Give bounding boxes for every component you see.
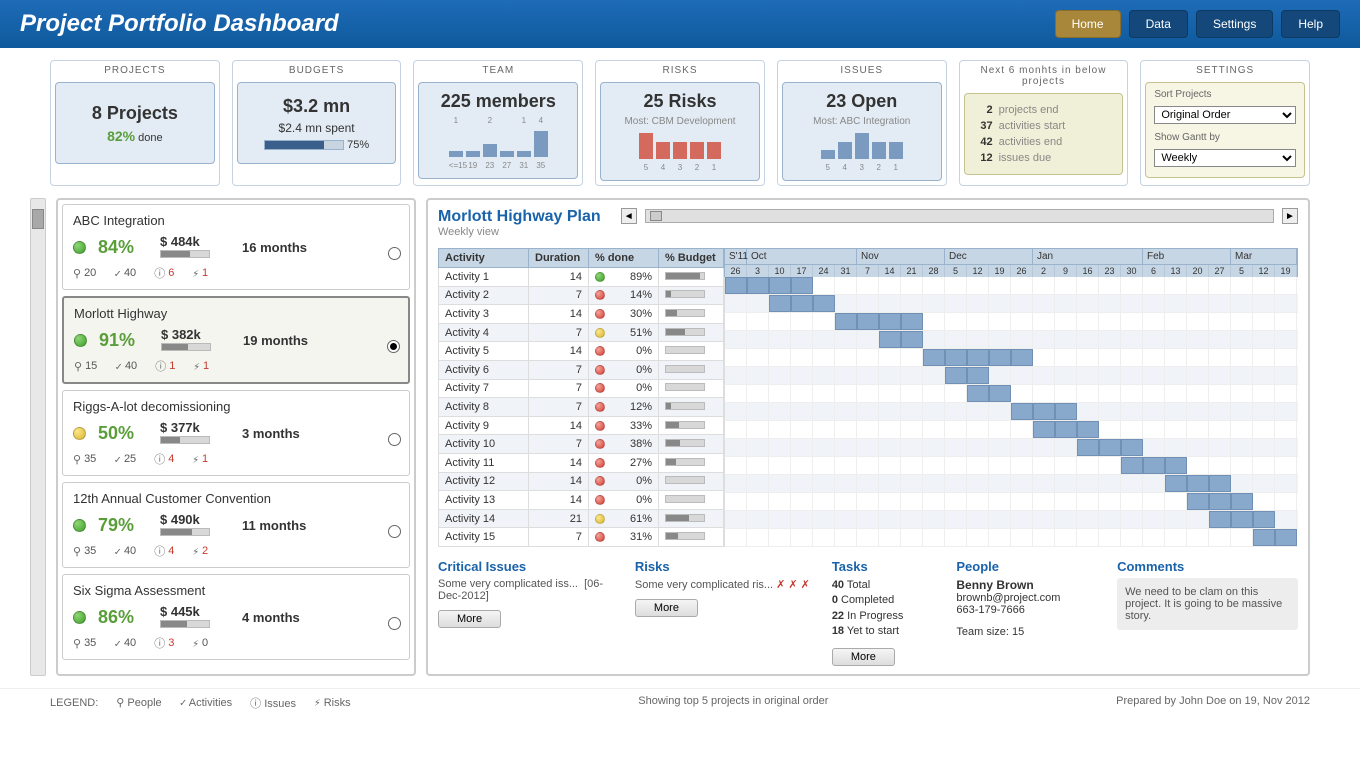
people-icon: ⚲: [116, 696, 124, 709]
summary-cards: PROJECTS 8 Projects 82% done BUDGETS $3.…: [0, 48, 1360, 198]
bolt-icon: ⚡: [192, 545, 199, 558]
check-icon: ✓: [114, 545, 121, 558]
status-dot-icon: [73, 241, 86, 254]
activity-row: Activity 314 30%: [439, 305, 724, 324]
team-bars: [425, 129, 571, 157]
project-list: ABC Integration 84% $ 484k 16 months ⚲ 2…: [56, 198, 416, 676]
project-card[interactable]: Riggs-A-lot decomissioning 50% $ 377k 3 …: [62, 390, 410, 476]
people-icon: ⚲: [73, 267, 81, 280]
card-projects: PROJECTS 8 Projects 82% done: [50, 60, 220, 186]
bolt-icon: ⚡: [192, 453, 199, 466]
panel-tasks: Tasks 40 Total 0 Completed 22 In Progres…: [832, 559, 941, 666]
status-dot-icon: [73, 519, 86, 532]
people-icon: ⚲: [74, 360, 82, 373]
issues-more-button[interactable]: More: [438, 610, 501, 628]
check-icon: ✓: [114, 637, 121, 650]
activity-row: Activity 77 0%: [439, 379, 724, 398]
budget-progress: [264, 140, 344, 150]
activity-row: Activity 1421 61%: [439, 509, 724, 528]
gantt-next-button[interactable]: ►: [1282, 208, 1298, 224]
sort-projects-select[interactable]: Original Order: [1154, 106, 1296, 124]
detail-title: Morlott Highway Plan: [438, 208, 601, 226]
gantt-prev-button[interactable]: ◄: [621, 208, 637, 224]
tasks-more-button[interactable]: More: [832, 648, 895, 666]
activity-row: Activity 1314 0%: [439, 491, 724, 510]
check-icon: ✓: [114, 453, 121, 466]
info-icon: ⓘ: [154, 635, 165, 651]
bolt-icon: ⚡: [193, 360, 200, 373]
risk-bars: [607, 131, 753, 159]
nav-data-button[interactable]: Data: [1129, 10, 1188, 38]
panel-comments: Comments We need to be clam on this proj…: [1117, 559, 1298, 666]
project-card[interactable]: Six Sigma Assessment 86% $ 445k 4 months…: [62, 574, 410, 660]
activity-table: ActivityDuration% done% Budget Activity …: [438, 248, 724, 547]
gantt-chart: S'11OctNovDecJanFebMar 26310172431714212…: [724, 248, 1298, 547]
activity-row: Activity 1114 27%: [439, 453, 724, 472]
card-budgets: BUDGETS $3.2 mn $2.4 mn spent 75%: [232, 60, 402, 186]
status-dot-icon: [74, 334, 87, 347]
activity-row: Activity 114 89%: [439, 268, 724, 287]
risks-more-button[interactable]: More: [635, 599, 698, 617]
project-select-radio[interactable]: [388, 247, 401, 260]
project-card[interactable]: ABC Integration 84% $ 484k 16 months ⚲ 2…: [62, 204, 410, 290]
info-icon: ⓘ: [154, 451, 165, 467]
people-icon: ⚲: [73, 453, 81, 466]
card-team: TEAM 225 members 1214 <=151923273135: [413, 60, 583, 186]
project-card[interactable]: Morlott Highway 91% $ 382k 19 months ⚲ 1…: [62, 296, 410, 384]
activity-row: Activity 514 0%: [439, 342, 724, 361]
activity-row: Activity 87 12%: [439, 398, 724, 417]
card-issues: ISSUES 23 Open Most: ABC Integration 543…: [777, 60, 947, 186]
header-bar: Project Portfolio Dashboard Home Data Sett…: [0, 0, 1360, 48]
bolt-icon: ⚡: [192, 637, 199, 650]
nav-home-button[interactable]: Home: [1055, 10, 1121, 38]
card-summary: Next 6 monhts in below projects 2project…: [959, 60, 1129, 186]
activity-row: Activity 1214 0%: [439, 472, 724, 491]
project-card[interactable]: 12th Annual Customer Convention 79% $ 49…: [62, 482, 410, 568]
nav-help-button[interactable]: Help: [1281, 10, 1340, 38]
project-select-radio[interactable]: [387, 340, 400, 353]
activity-row: Activity 47 51%: [439, 323, 724, 342]
app-title: Project Portfolio Dashboard: [20, 10, 339, 38]
project-select-radio[interactable]: [388, 617, 401, 630]
activity-row: Activity 107 38%: [439, 435, 724, 454]
bolt-icon: ⚡: [314, 696, 321, 709]
nav: Home Data Settings Help: [1055, 10, 1340, 38]
detail-panel: Morlott Highway Plan Weekly view ◄ ► Act…: [426, 198, 1310, 676]
card-risks: RISKS 25 Risks Most: CBM Development 543…: [595, 60, 765, 186]
check-icon: ✓: [180, 696, 187, 709]
info-icon: ⓘ: [154, 543, 165, 559]
panel-risks: Risks Some very complicated ris... ✗ ✗ ✗…: [635, 559, 816, 666]
bolt-icon: ⚡: [192, 267, 199, 280]
card-settings: SETTINGS Sort Projects Original Order Sh…: [1140, 60, 1310, 186]
project-select-radio[interactable]: [388, 525, 401, 538]
panel-issues: Critical Issues Some very complicated is…: [438, 559, 619, 666]
activity-row: Activity 914 33%: [439, 416, 724, 435]
status-dot-icon: [73, 611, 86, 624]
gantt-by-select[interactable]: Weekly: [1154, 149, 1296, 167]
activity-row: Activity 27 14%: [439, 286, 724, 305]
status-dot-icon: [73, 427, 86, 440]
people-icon: ⚲: [73, 637, 81, 650]
footer: LEGEND: ⚲ People ✓ Activities ⓘ Issues ⚡…: [0, 688, 1360, 717]
check-icon: ✓: [114, 267, 121, 280]
panel-people: People Benny Brown brownb@project.com 66…: [956, 559, 1101, 666]
nav-settings-button[interactable]: Settings: [1196, 10, 1273, 38]
activity-row: Activity 157 31%: [439, 528, 724, 547]
info-icon: ⓘ: [154, 265, 165, 281]
project-select-radio[interactable]: [388, 433, 401, 446]
activity-row: Activity 67 0%: [439, 360, 724, 379]
info-icon: ⓘ: [250, 697, 261, 710]
left-scrollbar[interactable]: [30, 198, 46, 676]
info-icon: ⓘ: [155, 358, 166, 374]
people-icon: ⚲: [73, 545, 81, 558]
gantt-scroll-slider[interactable]: [645, 209, 1274, 223]
check-icon: ✓: [115, 360, 122, 373]
issue-bars: [789, 131, 935, 159]
